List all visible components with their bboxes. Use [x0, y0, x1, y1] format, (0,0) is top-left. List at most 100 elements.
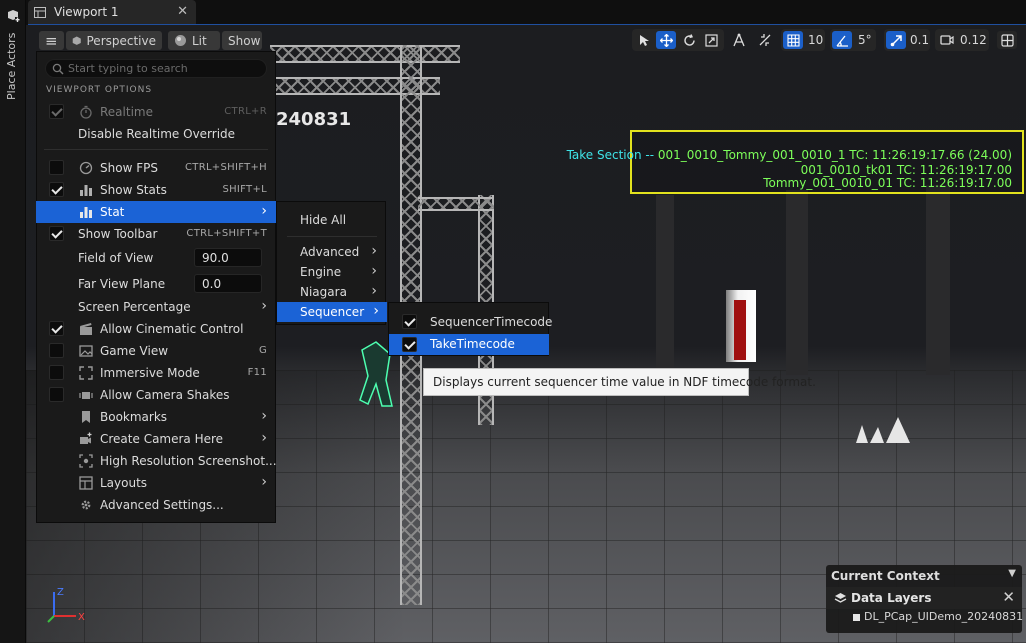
data-layers-row: Data Layers ✕	[826, 587, 1022, 609]
translate-mode-button[interactable]	[656, 31, 676, 49]
show-toolbar-checkbox[interactable]	[49, 226, 64, 241]
show-button[interactable]: Show	[222, 31, 262, 50]
chevron-right-icon: ›	[261, 298, 267, 314]
menu-item-game-view[interactable]: Game View G	[36, 340, 276, 362]
rotation-snap-value[interactable]: 5°	[858, 33, 872, 47]
current-context-title: Current Context	[831, 569, 940, 583]
scale-mode-button[interactable]	[701, 31, 721, 49]
lit-sphere-icon	[175, 35, 186, 46]
take-timecode-item[interactable]: TakeTimecode	[389, 334, 549, 355]
camera-shakes-checkbox[interactable]	[49, 387, 64, 402]
stat-hide-all[interactable]: Hide All	[277, 210, 385, 230]
stat-engine[interactable]: Engine ›	[277, 262, 385, 282]
tab-viewport-1[interactable]: Viewport 1 ✕	[28, 0, 196, 25]
menu-item-allow-camera-shakes[interactable]: Allow Camera Shakes	[36, 384, 276, 406]
chevron-right-icon: ›	[261, 474, 267, 490]
scale-snap-icon	[890, 34, 902, 46]
stat-label: Stat	[100, 205, 125, 219]
menu-separator	[44, 149, 268, 150]
chevron-right-icon: ›	[371, 283, 377, 299]
layers-icon	[834, 593, 847, 603]
place-actors-icon[interactable]	[6, 9, 20, 23]
perspective-button[interactable]: Perspective	[66, 31, 162, 50]
data-layer-name[interactable]: DL_PCap_UIDemo_20240831	[864, 610, 1023, 623]
sequencer-timecode-checkbox[interactable]	[402, 314, 417, 329]
bar-chart-icon	[80, 185, 92, 196]
place-actors-label[interactable]: Place Actors	[5, 33, 18, 100]
far-view-plane-input[interactable]: 0.0	[194, 274, 262, 293]
menu-item-screen-percentage[interactable]: Screen Percentage ›	[36, 296, 276, 318]
stat-advanced[interactable]: Advanced ›	[277, 242, 385, 262]
lit-button[interactable]: Lit	[168, 31, 220, 50]
menu-item-show-toolbar[interactable]: Show Toolbar CTRL+SHIFT+T	[36, 223, 276, 245]
axis-z-label: Z	[57, 587, 64, 598]
chevron-down-icon[interactable]: ▼	[1008, 568, 1016, 579]
coordinate-space-button[interactable]	[729, 31, 749, 49]
maximize-viewport-button[interactable]	[997, 31, 1017, 49]
scale-snap-toggle[interactable]	[886, 31, 906, 49]
scene-label: 240831	[276, 109, 352, 130]
camera-speed-value[interactable]: 0.12	[960, 33, 987, 47]
viewport-options-button[interactable]: ≡	[39, 31, 64, 50]
truss-beam	[418, 197, 494, 211]
cinematic-control-checkbox[interactable]	[49, 321, 64, 336]
immersive-mode-checkbox[interactable]	[49, 365, 64, 380]
search-icon	[52, 63, 64, 75]
menu-item-realtime[interactable]: Realtime CTRL+R	[36, 101, 276, 123]
menu-item-layouts[interactable]: Layouts ›	[36, 472, 276, 494]
high-res-screenshot-label: High Resolution Screenshot...	[100, 454, 277, 468]
perspective-label: Perspective	[86, 33, 157, 48]
pillar	[786, 190, 808, 375]
menu-item-allow-cinematic-control[interactable]: Allow Cinematic Control	[36, 318, 276, 340]
stat-sequencer[interactable]: Sequencer ›	[277, 302, 387, 322]
menu-item-bookmarks[interactable]: Bookmarks ›	[36, 406, 276, 428]
menu-item-far-view-plane: Far View Plane 0.0	[36, 273, 276, 295]
take-timecode-checkbox[interactable]	[402, 337, 417, 352]
axis-x-label: X	[78, 612, 85, 623]
rotation-snap-toggle[interactable]	[832, 31, 852, 49]
realtime-checkbox[interactable]	[49, 104, 64, 119]
field-of-view-input[interactable]: 90.0	[194, 248, 262, 267]
menu-item-advanced-settings[interactable]: Advanced Settings...	[36, 494, 276, 516]
scale-icon	[704, 33, 718, 47]
menu-item-disable-realtime-override[interactable]: Disable Realtime Override	[36, 123, 276, 145]
move-icon	[659, 33, 673, 47]
tooltip: Displays current sequencer time value in…	[423, 368, 816, 396]
pillar	[656, 195, 674, 370]
menu-item-show-stats[interactable]: Show Stats SHIFT+L	[36, 179, 276, 201]
camera-speed-button[interactable]	[937, 31, 957, 49]
globe-icon	[733, 33, 745, 47]
gauge-icon	[79, 161, 93, 175]
camera-shakes-label: Allow Camera Shakes	[100, 388, 230, 402]
menu-search[interactable]	[45, 59, 267, 78]
sequencer-timecode-label: SequencerTimecode	[430, 315, 553, 329]
bookmarks-label: Bookmarks	[100, 410, 168, 424]
menu-item-immersive-mode[interactable]: Immersive Mode F11	[36, 362, 276, 384]
rotate-mode-button[interactable]	[679, 31, 699, 49]
game-view-checkbox[interactable]	[49, 343, 64, 358]
stat-niagara[interactable]: Niagara ›	[277, 282, 385, 302]
menu-item-high-resolution-screenshot[interactable]: High Resolution Screenshot...	[36, 450, 277, 472]
show-stats-checkbox[interactable]	[49, 182, 64, 197]
grid-snap-toggle[interactable]	[783, 31, 803, 49]
close-icon[interactable]: ✕	[177, 4, 188, 19]
close-icon[interactable]: ✕	[1002, 588, 1015, 606]
niagara-label: Niagara	[300, 285, 347, 299]
search-input[interactable]	[68, 61, 258, 76]
menu-item-stat[interactable]: Stat ›	[36, 201, 276, 223]
grid-snap-value[interactable]: 10	[808, 33, 823, 47]
menu-item-create-camera-here[interactable]: Create Camera Here ›	[36, 428, 276, 450]
show-fps-checkbox[interactable]	[49, 160, 64, 175]
scale-snap-value[interactable]: 0.1	[910, 33, 929, 47]
select-mode-button[interactable]	[634, 31, 654, 49]
stopwatch-icon	[80, 105, 92, 119]
cursor-icon	[639, 34, 649, 46]
sequencer-timecode-item[interactable]: SequencerTimecode	[389, 312, 553, 332]
take-line: 001_0010_tk01 TC: 11:26:19:17.00	[800, 163, 1012, 177]
menu-item-show-fps[interactable]: Show FPS CTRL+SHIFT+H	[36, 157, 276, 179]
show-fps-label: Show FPS	[100, 161, 158, 175]
tab-bar: Viewport 1 ✕	[26, 0, 1026, 25]
surface-snap-button[interactable]	[755, 31, 775, 49]
clapperboard-icon	[80, 323, 92, 335]
screen-percentage-label: Screen Percentage	[78, 300, 191, 314]
